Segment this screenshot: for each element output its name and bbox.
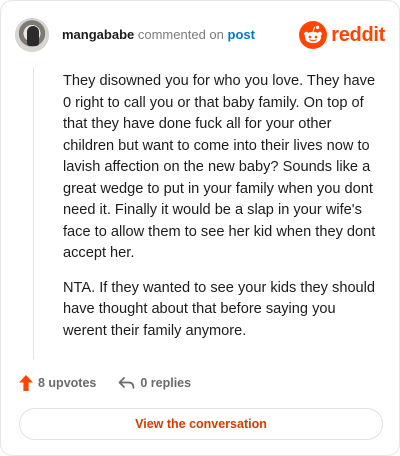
comment-actions: 8 upvotes 0 replies: [19, 373, 213, 393]
thread-line: [33, 67, 34, 359]
upvote-arrow-icon: [19, 375, 33, 391]
reply-arrow-icon: [119, 377, 135, 389]
reddit-logo-icon: [299, 21, 328, 49]
reddit-brand[interactable]: reddit: [299, 21, 385, 49]
user-avatar[interactable]: [15, 18, 49, 52]
upvotes-count: 8 upvotes: [38, 376, 97, 390]
byline: mangababe commented on post: [62, 27, 255, 43]
comment-card: mangababe commented on post reddit They …: [0, 0, 400, 456]
action-text: commented on: [137, 27, 224, 42]
view-conversation-button[interactable]: View the conversation: [19, 408, 383, 440]
post-link[interactable]: post: [228, 27, 255, 42]
reddit-wordmark: reddit: [331, 23, 385, 46]
replies-button[interactable]: 0 replies: [118, 376, 191, 390]
upvotes-button[interactable]: 8 upvotes: [19, 375, 96, 391]
comment-body: They disowned you for who you love. They…: [63, 71, 377, 355]
comment-header: mangababe commented on post reddit: [15, 15, 385, 55]
username-link[interactable]: mangababe: [62, 27, 134, 42]
replies-count: 0 replies: [140, 376, 192, 390]
comment-paragraph: They disowned you for who you love. They…: [63, 73, 376, 261]
comment-paragraph: NTA. If they wanted to see your kids the…: [63, 279, 376, 339]
